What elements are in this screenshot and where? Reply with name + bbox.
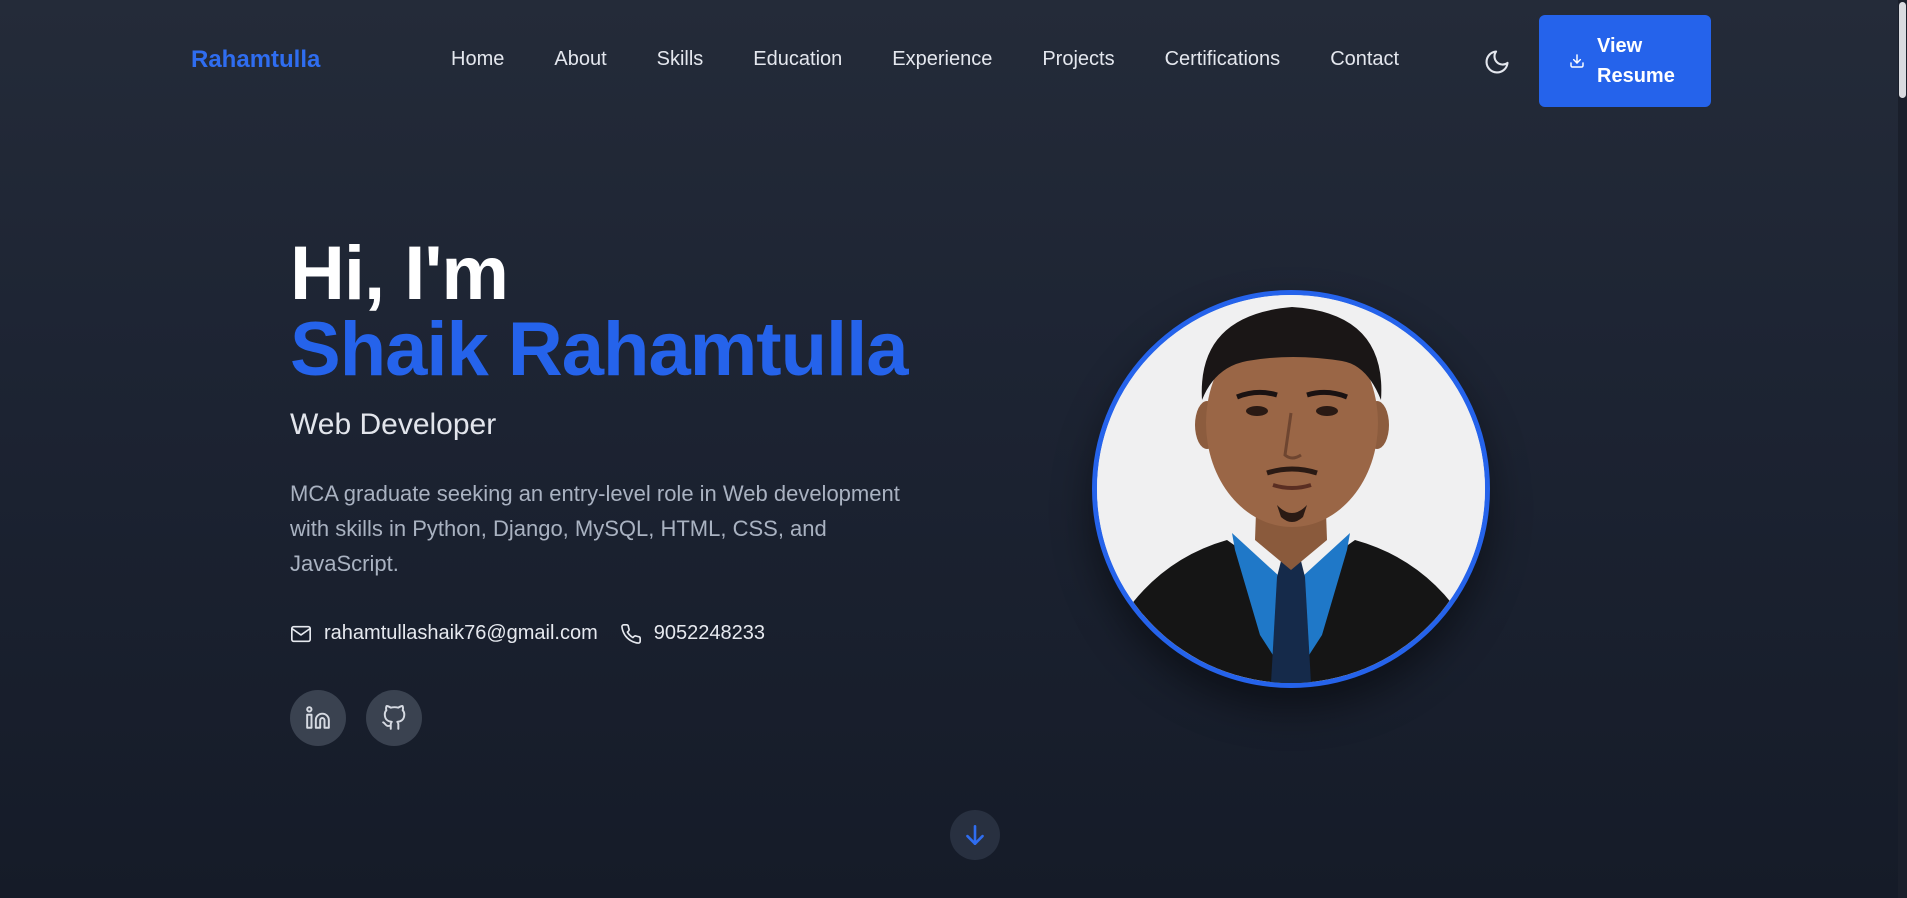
phone-link[interactable]: 9052248233	[620, 622, 765, 645]
arrow-down-icon	[966, 825, 984, 845]
linkedin-icon	[306, 706, 330, 729]
view-resume-button[interactable]: View Resume	[1539, 15, 1711, 107]
email-link[interactable]: rahamtullashaik76@gmail.com	[290, 622, 598, 645]
mail-icon	[291, 625, 311, 642]
nav-link-skills[interactable]: Skills	[657, 48, 704, 71]
nav-link-experience[interactable]: Experience	[892, 48, 992, 71]
top-navbar: Rahamtulla Home About Skills Education E…	[0, 0, 1898, 122]
page-scrollbar[interactable]	[1898, 0, 1907, 898]
hero-name: Shaik Rahamtulla	[290, 307, 909, 392]
download-icon	[1570, 54, 1584, 68]
phone-text: 9052248233	[653, 622, 765, 644]
moon-icon	[1485, 50, 1509, 74]
nav-link-about[interactable]: About	[554, 48, 606, 71]
nav-link-home[interactable]: Home	[451, 48, 504, 71]
contact-info: rahamtullashaik76@gmail.com 9052248233	[290, 622, 765, 645]
profile-avatar	[1092, 290, 1490, 688]
nav-link-projects[interactable]: Projects	[1042, 48, 1114, 71]
profile-photo	[1097, 295, 1485, 683]
nav-links: Home About Skills Education Experience P…	[451, 48, 1399, 71]
brand-logo[interactable]: Rahamtulla	[191, 46, 320, 74]
social-links	[290, 690, 422, 746]
theme-toggle-button[interactable]	[1483, 48, 1511, 76]
github-button[interactable]	[366, 690, 422, 746]
hero-role: Web Developer	[290, 408, 497, 441]
view-resume-label: View Resume	[1597, 35, 1675, 87]
hero-bio: MCA graduate seeking an entry-level role…	[290, 481, 900, 576]
email-text: rahamtullashaik76@gmail.com	[324, 622, 598, 644]
nav-link-contact[interactable]: Contact	[1330, 48, 1399, 71]
hero-greeting: Hi, I'm	[290, 231, 509, 316]
github-icon	[382, 705, 406, 730]
scroll-down-button[interactable]	[950, 810, 1000, 860]
scrollbar-thumb[interactable]	[1899, 2, 1906, 98]
linkedin-button[interactable]	[290, 690, 346, 746]
nav-link-education[interactable]: Education	[753, 48, 842, 71]
phone-icon	[620, 623, 641, 644]
nav-link-certifications[interactable]: Certifications	[1165, 48, 1281, 71]
